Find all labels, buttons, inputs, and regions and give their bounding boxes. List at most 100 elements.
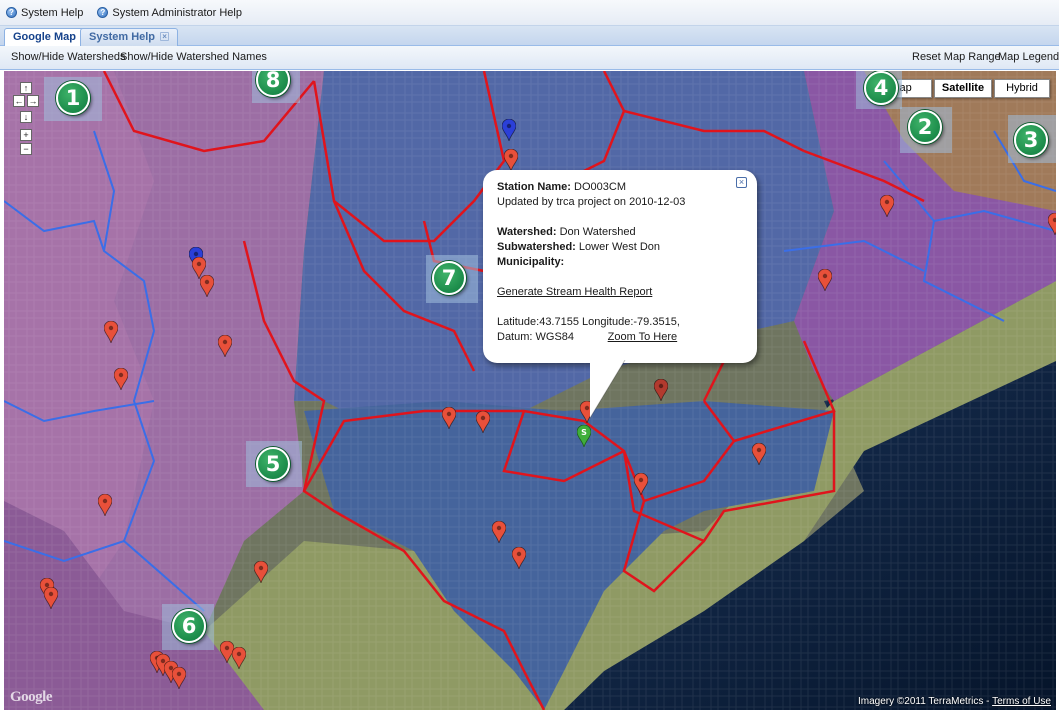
tab-system-help-label: System Help bbox=[89, 31, 156, 43]
map-pin-icon bbox=[501, 118, 517, 143]
station-marker[interactable] bbox=[43, 586, 59, 611]
municipality-label: Municipality: bbox=[497, 256, 565, 268]
map-pin-icon: S bbox=[576, 424, 592, 449]
subwatershed-row: Subwatershed: Lower West Don bbox=[497, 240, 743, 255]
subwatershed-value: Lower West Don bbox=[578, 241, 661, 253]
info-window-pointer bbox=[589, 360, 626, 419]
station-marker[interactable] bbox=[199, 274, 215, 299]
map-pin-icon bbox=[1047, 212, 1056, 237]
map-pin-icon bbox=[103, 320, 119, 345]
station-marker[interactable] bbox=[491, 520, 507, 545]
map-pin-icon bbox=[633, 472, 649, 497]
map-pin-icon bbox=[653, 378, 669, 403]
map-pin-icon bbox=[217, 334, 233, 359]
station-marker[interactable] bbox=[113, 367, 129, 392]
help-icon: ? bbox=[6, 7, 17, 18]
terms-of-use-link[interactable]: Terms of Use bbox=[992, 696, 1051, 707]
station-name-row: Station Name: DO003CM bbox=[497, 180, 743, 195]
map-pin-icon bbox=[503, 148, 519, 173]
callout-2: 2 bbox=[908, 110, 942, 144]
pan-left-button[interactable]: ← bbox=[13, 95, 25, 107]
station-marker[interactable] bbox=[231, 646, 247, 671]
station-marker[interactable] bbox=[653, 378, 669, 403]
map-pin-icon bbox=[113, 367, 129, 392]
show-hide-watershed-names-button[interactable]: Show/Hide Watershed Names bbox=[120, 51, 267, 63]
station-name-label: Station Name: bbox=[497, 181, 571, 193]
watershed-row: Watershed: Don Watershed bbox=[497, 225, 743, 240]
google-logo: Google bbox=[10, 689, 53, 705]
station-marker[interactable] bbox=[217, 334, 233, 359]
municipality-row: Municipality: bbox=[497, 255, 743, 270]
pan-right-button[interactable]: → bbox=[27, 95, 39, 107]
map-pin-icon bbox=[491, 520, 507, 545]
tab-strip: Google Map System Help × bbox=[0, 26, 1059, 47]
tab-close-icon[interactable]: × bbox=[160, 32, 170, 41]
close-icon[interactable]: × bbox=[736, 177, 747, 188]
station-marker[interactable] bbox=[253, 560, 269, 585]
map-legend-button[interactable]: Map Legend bbox=[998, 51, 1059, 63]
station-marker[interactable] bbox=[1047, 212, 1056, 237]
map-pin-icon bbox=[879, 194, 895, 219]
map-pin-icon bbox=[751, 442, 767, 467]
imagery-credit: Imagery ©2011 TerraMetrics - bbox=[858, 696, 993, 707]
watershed-label: Watershed: bbox=[497, 226, 557, 238]
map-pin-icon bbox=[441, 406, 457, 431]
map-pin-icon bbox=[253, 560, 269, 585]
station-marker[interactable] bbox=[879, 194, 895, 219]
map-pin-icon bbox=[171, 666, 187, 691]
watershed-value: Don Watershed bbox=[559, 226, 636, 238]
pan-down-button[interactable]: ↓ bbox=[20, 111, 32, 123]
selected-station-marker[interactable]: S bbox=[576, 424, 592, 449]
system-admin-help-link[interactable]: ? System Administrator Help bbox=[97, 7, 242, 19]
station-marker[interactable] bbox=[817, 268, 833, 293]
station-marker[interactable] bbox=[103, 320, 119, 345]
station-marker[interactable] bbox=[503, 148, 519, 173]
map-copyright: Imagery ©2011 TerraMetrics - Terms of Us… bbox=[858, 696, 1051, 707]
system-help-link[interactable]: ? System Help bbox=[6, 7, 83, 19]
app-window: ? System Help ? System Administrator Hel… bbox=[0, 0, 1059, 714]
google-map[interactable]: ↑ ← → ↓ + − Map Satellite Hybrid × Stati… bbox=[4, 71, 1056, 710]
lat-lon-text: Latitude:43.7155 Longitude:-79.3515, bbox=[497, 316, 680, 328]
tab-google-map[interactable]: Google Map bbox=[4, 28, 85, 47]
station-marker[interactable] bbox=[171, 666, 187, 691]
map-pin-icon bbox=[199, 274, 215, 299]
help-bar: ? System Help ? System Administrator Hel… bbox=[0, 0, 1059, 26]
callout-5: 5 bbox=[256, 447, 290, 481]
subwatershed-label: Subwatershed: bbox=[497, 241, 576, 253]
map-pin-icon bbox=[231, 646, 247, 671]
map-pin-icon bbox=[43, 586, 59, 611]
datum-text: Datum: WGS84 bbox=[497, 331, 575, 343]
station-marker[interactable] bbox=[441, 406, 457, 431]
zoom-out-button[interactable]: − bbox=[20, 143, 32, 155]
station-name-value: DO003CM bbox=[574, 181, 626, 193]
system-admin-help-label: System Administrator Help bbox=[112, 6, 242, 19]
station-marker[interactable] bbox=[633, 472, 649, 497]
tab-system-help[interactable]: System Help × bbox=[80, 28, 179, 46]
station-info-window: × Station Name: DO003CM Updated by trca … bbox=[483, 170, 757, 363]
callout-4: 4 bbox=[864, 71, 898, 105]
station-marker[interactable] bbox=[475, 410, 491, 435]
station-marker[interactable] bbox=[501, 118, 517, 143]
reset-map-range-button[interactable]: Reset Map Range bbox=[912, 51, 1001, 63]
generate-report-link[interactable]: Generate Stream Health Report bbox=[497, 286, 652, 298]
show-hide-watersheds-button[interactable]: Show/Hide Watersheds bbox=[11, 51, 126, 63]
pan-up-button[interactable]: ↑ bbox=[20, 82, 32, 94]
help-icon: ? bbox=[97, 7, 109, 18]
zoom-in-button[interactable]: + bbox=[20, 129, 32, 141]
zoom-to-here-link[interactable]: Zoom To Here bbox=[608, 331, 678, 343]
station-marker[interactable] bbox=[751, 442, 767, 467]
callout-1: 1 bbox=[56, 81, 90, 115]
station-marker[interactable] bbox=[97, 493, 113, 518]
system-help-label: System Help bbox=[21, 6, 84, 19]
selected-marker-letter: S bbox=[581, 428, 587, 437]
map-type-satellite-button[interactable]: Satellite bbox=[934, 79, 992, 98]
callout-6: 6 bbox=[172, 609, 206, 643]
station-marker[interactable] bbox=[511, 546, 527, 571]
map-pin-icon bbox=[97, 493, 113, 518]
map-pin-icon bbox=[475, 410, 491, 435]
map-pin-icon bbox=[511, 546, 527, 571]
map-type-hybrid-button[interactable]: Hybrid bbox=[994, 79, 1050, 98]
callout-3: 3 bbox=[1014, 123, 1048, 157]
map-toolbar: Show/Hide Watersheds Show/Hide Watershed… bbox=[0, 46, 1059, 70]
callout-7: 7 bbox=[432, 261, 466, 295]
